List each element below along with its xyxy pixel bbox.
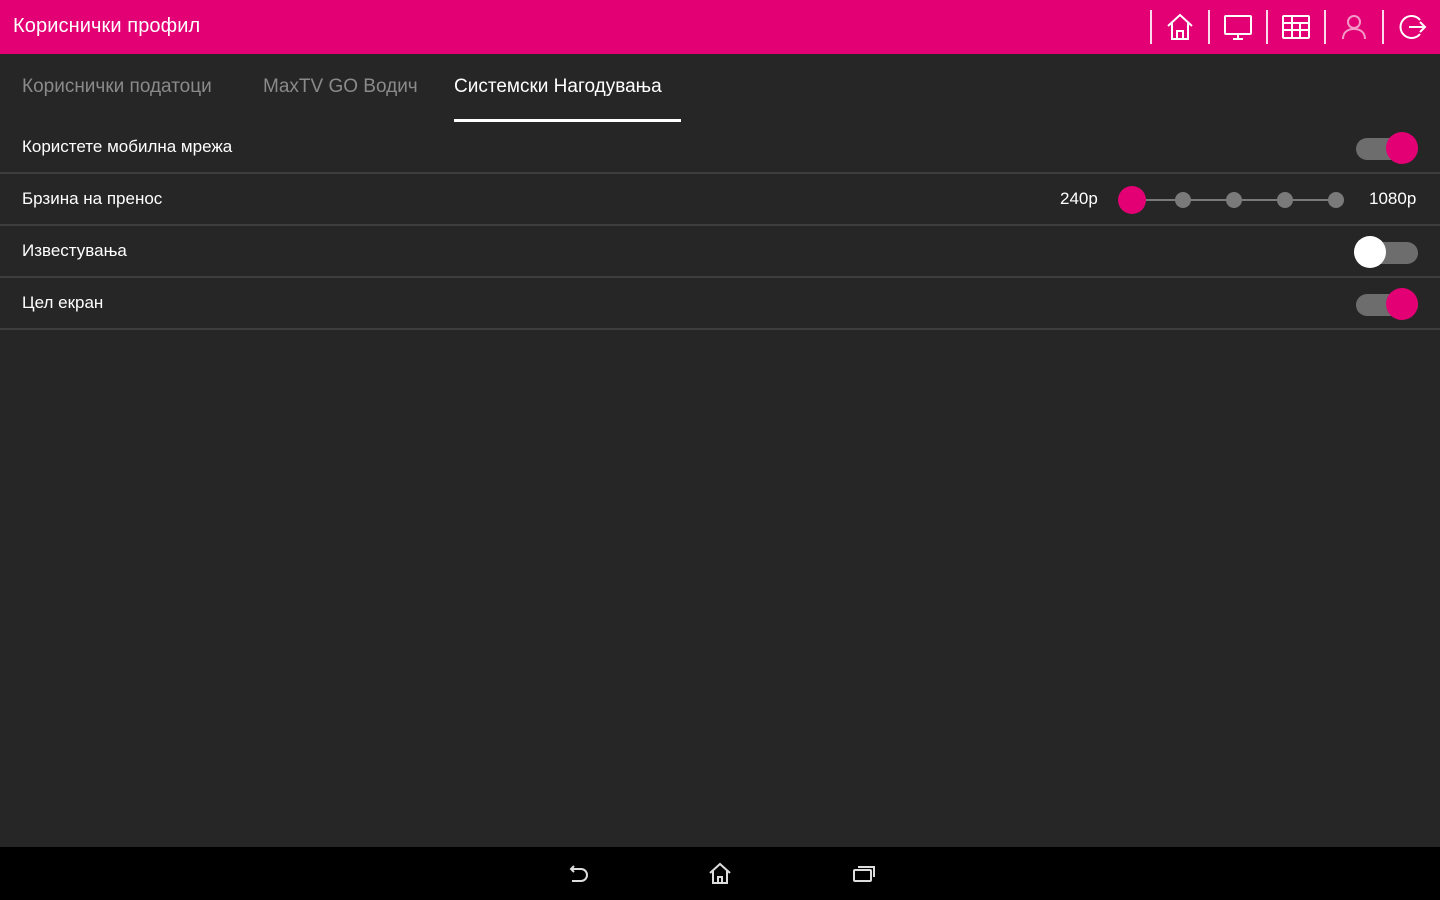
tab-system-settings[interactable]: Системски Нагодувања: [454, 76, 662, 98]
setting-label: Цел екран: [22, 293, 104, 312]
home-icon: [709, 862, 731, 884]
app-bar: Кориснички профил: [0, 0, 1440, 54]
setting-row-bitrate: Брзина на пренос 240p 1080p: [0, 174, 1440, 226]
system-nav-bar: [0, 847, 1440, 900]
appbar-actions: [1150, 0, 1440, 54]
toggle-thumb: [1386, 132, 1418, 164]
slider-handle[interactable]: [1118, 186, 1146, 214]
divider: [1324, 10, 1326, 44]
guide-button[interactable]: [1268, 0, 1324, 54]
notifications-toggle[interactable]: [1354, 236, 1418, 268]
slider-min-label: 240p: [1060, 189, 1098, 208]
tv-icon: [1224, 15, 1252, 40]
page-title: Кориснички профил: [13, 15, 201, 37]
home-button[interactable]: [1152, 0, 1208, 54]
slider-step[interactable]: [1328, 192, 1344, 208]
back-icon: [569, 865, 588, 882]
slider-step[interactable]: [1277, 192, 1293, 208]
setting-row-notifications: Известувања: [0, 226, 1440, 278]
recents-button[interactable]: [848, 858, 880, 890]
back-button[interactable]: [561, 858, 593, 890]
tab-maxtv-guide[interactable]: MaxTV GO Водич: [263, 76, 418, 98]
setting-row-fullscreen: Цел екран: [0, 278, 1440, 330]
fullscreen-toggle[interactable]: [1354, 288, 1418, 320]
recents-icon: [853, 866, 875, 882]
setting-label: Користете мобилна мрежа: [22, 137, 233, 156]
user-icon: [1342, 15, 1366, 40]
mobile-network-toggle[interactable]: [1354, 132, 1418, 164]
toggle-thumb: [1354, 236, 1386, 268]
slider-step[interactable]: [1226, 192, 1242, 208]
setting-row-mobile-network: Користете мобилна мрежа: [0, 122, 1440, 174]
bitrate-slider[interactable]: [1118, 174, 1350, 226]
setting-label: Известувања: [22, 241, 127, 260]
logout-icon: [1399, 15, 1427, 39]
logout-button[interactable]: [1384, 0, 1440, 54]
tab-bar: Кориснички податоци MaxTV GO Водич Систе…: [0, 54, 1440, 122]
home-icon: [1167, 13, 1193, 40]
toggle-thumb: [1386, 288, 1418, 320]
divider: [1150, 10, 1152, 44]
home-nav-button[interactable]: [704, 858, 736, 890]
tv-button[interactable]: [1210, 0, 1266, 54]
profile-button[interactable]: [1326, 0, 1382, 54]
divider: [1208, 10, 1210, 44]
tab-user-data[interactable]: Кориснички податоци: [22, 76, 212, 98]
divider: [1266, 10, 1268, 44]
slider-step[interactable]: [1175, 192, 1191, 208]
guide-grid-icon: [1282, 15, 1310, 39]
divider: [1382, 10, 1384, 44]
setting-label: Брзина на пренос: [22, 189, 163, 208]
slider-max-label: 1080p: [1369, 189, 1417, 208]
